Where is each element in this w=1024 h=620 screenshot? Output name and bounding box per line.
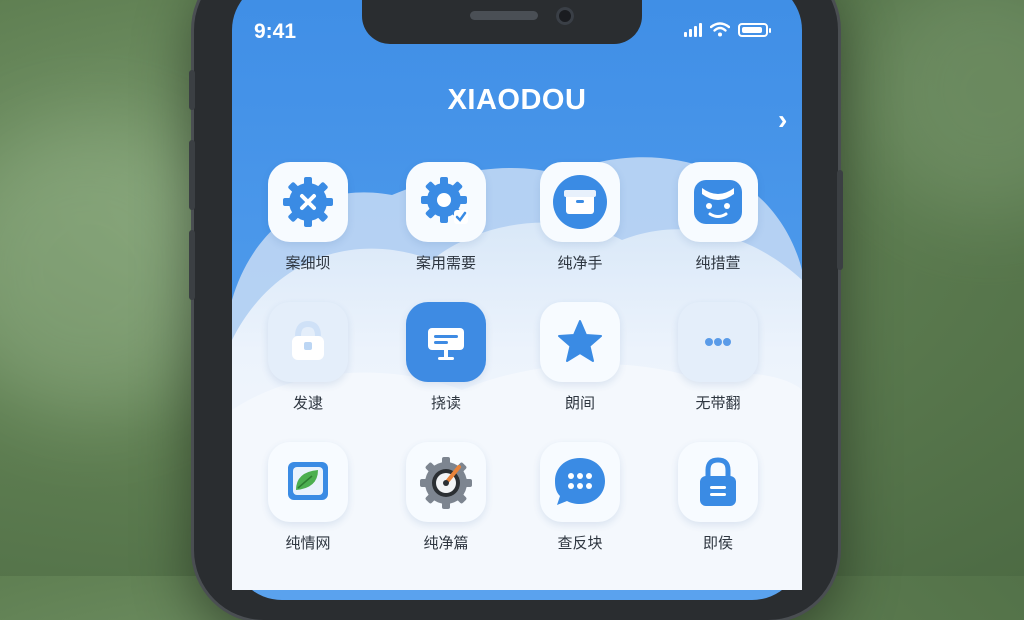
grid-item-8[interactable]: 无带翻 xyxy=(658,302,778,413)
wifi-icon xyxy=(710,22,730,37)
notch xyxy=(362,0,642,44)
status-time: 9:41 xyxy=(254,20,297,43)
mute-switch xyxy=(189,70,195,110)
grid-item-12[interactable]: 即侯 xyxy=(658,442,778,553)
face-icon xyxy=(678,162,758,242)
bag-icon xyxy=(268,302,348,382)
grid-item-6[interactable]: 挠读 xyxy=(386,302,506,413)
grid-item-label: 朗间 xyxy=(564,395,595,412)
grid-item-label: 发逮 xyxy=(292,395,323,412)
app-title: XIAODOU xyxy=(447,84,587,116)
gear-check-icon xyxy=(406,162,486,242)
grid-item-label: 纯净手 xyxy=(557,255,603,272)
compass-gear-icon xyxy=(406,442,486,522)
grid-item-label: 查反块 xyxy=(557,535,603,552)
grid-item-3[interactable]: 纯净手 xyxy=(520,162,640,273)
grid-item-4[interactable]: 纯措萱 xyxy=(658,162,778,273)
status-icons xyxy=(684,22,771,37)
grid-item-label: 无带翻 xyxy=(695,395,741,412)
battery-icon xyxy=(738,22,771,37)
grid-item-2[interactable]: 案用需要 xyxy=(386,162,506,273)
grid-item-9[interactable]: 纯情网 xyxy=(248,442,368,553)
grid-item-label: 纯措萱 xyxy=(695,255,741,272)
speaker-grille xyxy=(470,11,538,20)
gear-x-icon xyxy=(268,162,348,242)
grid-item-label: 即侯 xyxy=(702,535,733,552)
dots-icon xyxy=(678,302,758,382)
grid-item-11[interactable]: 查反块 xyxy=(520,442,640,553)
chat-icon xyxy=(540,442,620,522)
grid-item-5[interactable]: 发逮 xyxy=(248,302,368,413)
grid-item-label: 纯情网 xyxy=(285,535,331,552)
chevron-right-icon[interactable]: › xyxy=(778,106,787,134)
screen-icon xyxy=(406,302,486,382)
grid-item-label: 案细坝 xyxy=(285,255,331,272)
signal-icon xyxy=(684,22,702,37)
grid-item-7[interactable]: 朗间 xyxy=(520,302,640,413)
lock-icon xyxy=(678,442,758,522)
volume-down-button xyxy=(189,230,195,300)
star-icon xyxy=(540,302,620,382)
leaf-icon xyxy=(268,442,348,522)
box-icon xyxy=(540,162,620,242)
grid-item-1[interactable]: 案细坝 xyxy=(248,162,368,273)
grid-item-label: 纯净篇 xyxy=(423,535,469,552)
volume-up-button xyxy=(189,140,195,210)
grid-item-10[interactable]: 纯净篇 xyxy=(386,442,506,553)
power-button xyxy=(837,170,843,270)
grid-item-label: 挠读 xyxy=(430,395,461,412)
front-camera xyxy=(556,7,574,25)
grid-item-label: 案用需要 xyxy=(415,255,476,272)
